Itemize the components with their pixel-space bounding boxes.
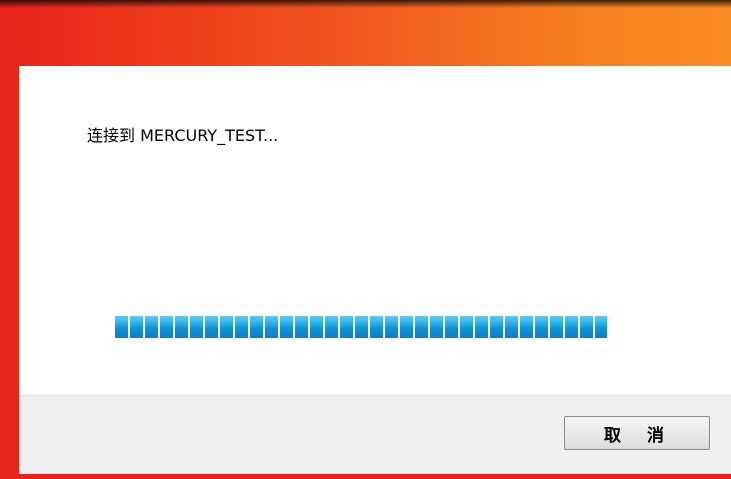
cancel-button[interactable]: 取 消 bbox=[564, 416, 710, 450]
dialog-footer: 取 消 bbox=[19, 395, 731, 475]
connect-dialog-window: 连接到 MERCURY_TEST... 取 消 bbox=[0, 0, 731, 479]
connecting-message: 连接到 MERCURY_TEST... bbox=[87, 126, 279, 145]
title-bar[interactable] bbox=[0, 0, 731, 66]
dialog-body: 连接到 MERCURY_TEST... 取 消 bbox=[19, 66, 731, 475]
progress-fill bbox=[115, 316, 607, 338]
window-bottom-border bbox=[19, 474, 731, 479]
connection-progress-bar bbox=[115, 316, 607, 338]
